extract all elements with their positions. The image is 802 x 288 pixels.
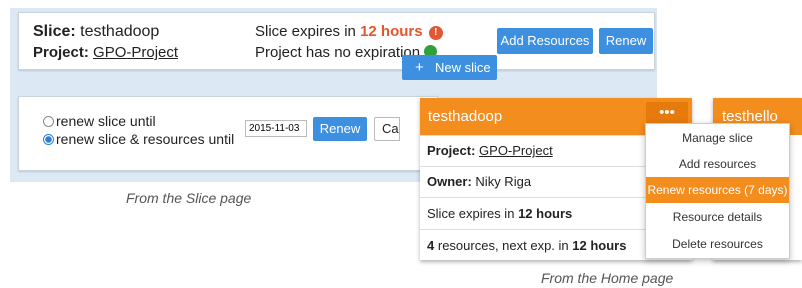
warning-icon: ! — [428, 26, 443, 40]
renew-slice-option[interactable]: renew slice until — [43, 113, 156, 129]
add-resources-button[interactable]: Add Resources — [497, 28, 593, 54]
slice-page-caption: From the Slice page — [126, 190, 252, 206]
slice-label: Slice: — [33, 23, 76, 40]
card-owner-name: Niky Riga — [475, 174, 532, 189]
slice-name: testhadoop — [80, 23, 160, 40]
card-project-label: Project: — [427, 143, 476, 158]
renew-date-button[interactable]: Renew — [313, 117, 367, 141]
project-expiration-text: Project has no expiration — [255, 44, 421, 61]
menu-item-add-resources[interactable]: Add resources — [646, 151, 789, 177]
home-page-caption: From the Home page — [541, 270, 674, 286]
renew-slice-label: renew slice until — [56, 113, 156, 129]
renew-slice-resources-label: renew slice & resources until — [56, 131, 235, 147]
radio-icon[interactable] — [43, 116, 54, 127]
expires-prefix: Slice expires in — [255, 23, 356, 40]
radio-checked-icon[interactable] — [43, 134, 54, 145]
project-link[interactable]: GPO-Project — [93, 44, 178, 61]
card-expires-prefix: Slice expires in — [427, 206, 515, 221]
plus-icon: + — [415, 59, 424, 76]
expires-value: 12 hours — [360, 23, 423, 40]
card-resources-text: resources, next exp. in — [437, 238, 569, 253]
slice-card-title[interactable]: testhadoop — [428, 108, 502, 125]
card-expires-value: 12 hours — [518, 206, 573, 221]
slice-name-line: Slice: testhadoop — [33, 23, 159, 41]
menu-item-renew-resources[interactable]: Renew resources (7 days) — [646, 177, 789, 203]
cancel-button[interactable]: Ca — [374, 117, 400, 141]
card-project-link[interactable]: GPO-Project — [479, 143, 553, 158]
card-resources-exp: 12 hours — [572, 238, 627, 253]
renew-date-input[interactable] — [245, 120, 307, 137]
card-owner-label: Owner: — [427, 174, 472, 189]
renew-button[interactable]: Renew — [599, 28, 653, 54]
slice-actions-menu: Manage slice Add resources Renew resourc… — [645, 123, 790, 259]
new-slice-button[interactable]: + New slice — [402, 55, 497, 80]
slice-expiry-line: Slice expires in 12 hours ! — [255, 23, 443, 40]
card-resources-count: 4 — [427, 238, 435, 253]
project-label: Project: — [33, 44, 89, 61]
menu-item-resource-details[interactable]: Resource details — [646, 204, 789, 230]
new-slice-label: New slice — [435, 60, 491, 75]
renew-slice-resources-option[interactable]: renew slice & resources until — [43, 131, 234, 147]
menu-item-manage-slice[interactable]: Manage slice — [646, 125, 789, 151]
menu-item-delete-resources[interactable]: Delete resources — [646, 231, 789, 257]
slice-project-line: Project: GPO-Project — [33, 44, 178, 61]
